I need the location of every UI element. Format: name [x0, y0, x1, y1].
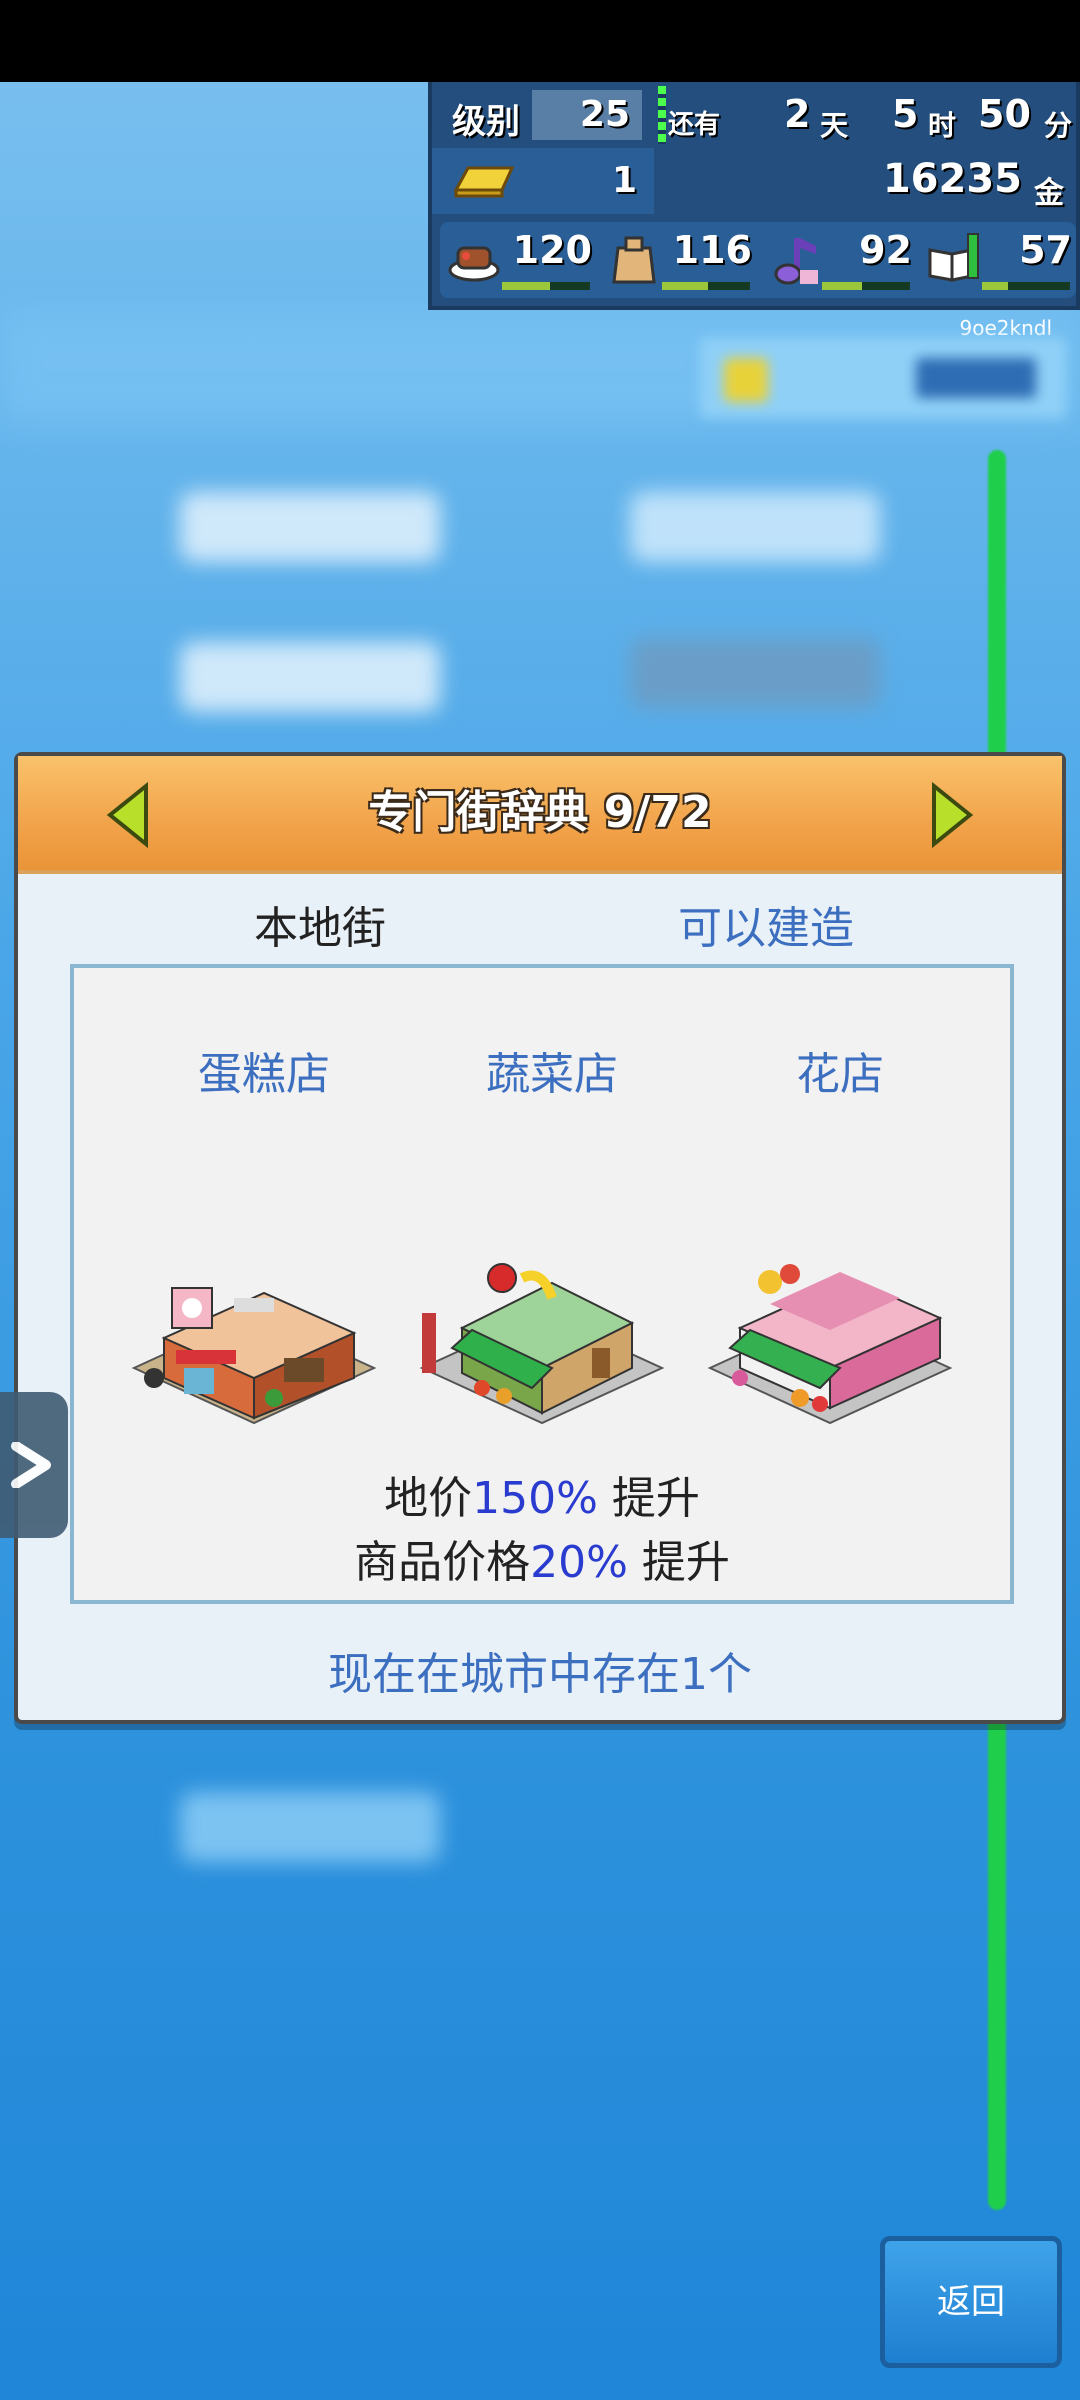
land-price-value: 150% — [472, 1473, 598, 1524]
next-arrow-icon[interactable] — [912, 780, 982, 850]
hours-value: 5 — [892, 92, 919, 136]
goods-price-value: 20% — [530, 1537, 628, 1588]
existing-count: 现在在城市中存在1个 — [328, 1649, 752, 1700]
goods-bag-icon — [612, 236, 656, 284]
resource-bar: 120 116 92 57 — [440, 222, 1076, 298]
goods-price-info: 商品价格20% 提升 — [74, 1526, 1010, 1590]
vegetable-shop-icon — [419, 1263, 665, 1425]
book-icon — [928, 233, 979, 282]
gold-bar-icon — [453, 166, 515, 198]
days-unit: 天 — [820, 109, 849, 142]
hours-unit: 时 — [928, 109, 957, 142]
status-panel: 级别 25 还有 2 天 5 时 50 分 1 16235 金 120 116 … — [428, 82, 1080, 310]
shop-name-vegetable: 蔬菜店 — [486, 1049, 618, 1100]
dialog-header: 专门街辞典 9/72 — [18, 756, 1062, 874]
level-label: 级别 — [452, 102, 520, 142]
resource-goods-value: 116 — [672, 228, 752, 272]
money-value: 16235 — [882, 156, 1022, 202]
flower-shop-icon — [707, 1264, 953, 1425]
time-remaining-label: 还有 — [668, 110, 721, 140]
resource-food-value: 120 — [512, 228, 592, 272]
street-dictionary-dialog: 专门街辞典 9/72 本地街 可以建造 蛋糕店 蔬菜店 花店 地价150% 提升… — [14, 752, 1066, 1724]
resource-food: 120 — [440, 222, 600, 298]
back-button-label: 返回 — [937, 2282, 1005, 2322]
shop-name-flower: 花店 — [796, 1049, 884, 1100]
music-note-icon — [774, 238, 818, 285]
food-icon — [448, 246, 500, 282]
street-category: 本地街 — [254, 903, 386, 954]
session-code: 9oe2kndl — [959, 316, 1053, 340]
gold-bars-value: 1 — [612, 160, 638, 201]
money-unit: 金 — [1034, 176, 1064, 211]
level-value: 25 — [532, 90, 642, 140]
resource-music: 92 — [760, 222, 920, 298]
land-price-label: 地价 — [384, 1473, 473, 1524]
build-status: 可以建造 — [678, 903, 854, 954]
land-price-suffix: 提升 — [597, 1473, 700, 1524]
goods-price-suffix: 提升 — [627, 1537, 730, 1588]
shop-info-panel: 蛋糕店 蔬菜店 花店 地价150% 提升 商品价格20% 提升 — [70, 964, 1014, 1604]
resource-goods: 116 — [600, 222, 760, 298]
land-price-info: 地价150% 提升 — [74, 1462, 1010, 1526]
back-button[interactable]: 返回 — [880, 2236, 1062, 2368]
dialog-title: 专门街辞典 9/72 — [368, 787, 712, 838]
resource-books: 57 — [920, 222, 1080, 298]
blurred-top-item — [700, 338, 1066, 418]
minutes-unit: 分 — [1044, 109, 1073, 142]
time-indicator-icon — [658, 86, 666, 144]
goods-price-label: 商品价格 — [354, 1537, 531, 1588]
side-menu-tab[interactable] — [0, 1392, 68, 1538]
chevron-right-icon — [11, 1442, 51, 1488]
shop-name-cake: 蛋糕店 — [198, 1049, 330, 1100]
cake-shop-icon — [131, 1287, 377, 1425]
resource-books-value: 57 — [1019, 228, 1072, 272]
resource-music-value: 92 — [859, 228, 912, 272]
minutes-value: 50 — [978, 92, 1031, 136]
days-value: 2 — [784, 92, 811, 136]
status-bar-top — [0, 0, 1080, 82]
